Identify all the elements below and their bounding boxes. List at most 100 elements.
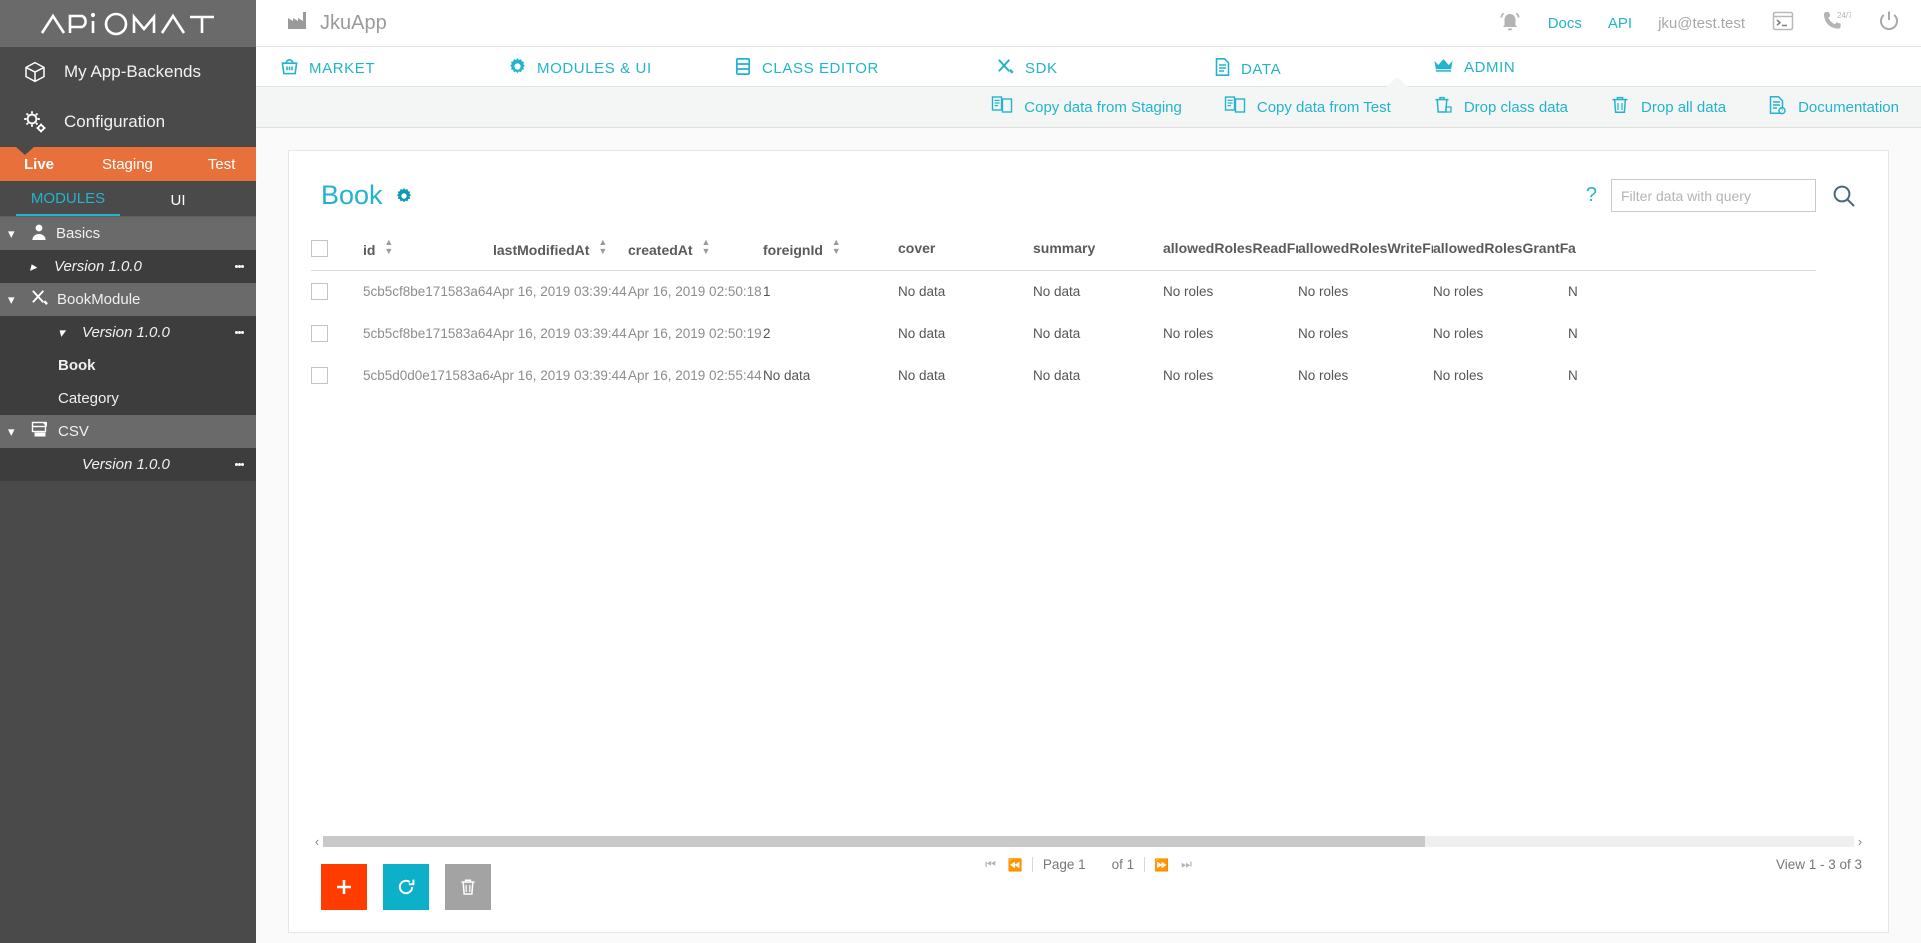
col-label: foreignId: [763, 242, 823, 258]
cell-allowedRolesReadFromO: No roles: [1163, 368, 1214, 383]
sort-icon[interactable]: ▲ ▼: [701, 238, 710, 256]
sort-icon[interactable]: ▲ ▼: [384, 238, 393, 256]
col-lastModifiedAt[interactable]: lastModifiedAt ▲ ▼: [493, 232, 628, 271]
docs-link[interactable]: Docs: [1548, 15, 1582, 32]
factory-icon: [286, 10, 308, 36]
cell-allowedRolesMore: N: [1568, 284, 1578, 299]
scroll-left-icon[interactable]: ‹: [311, 834, 323, 849]
nav-class-editor[interactable]: CLASS EDITOR: [734, 57, 879, 80]
row-checkbox[interactable]: [311, 367, 328, 384]
nav-data[interactable]: DATA: [1214, 57, 1281, 81]
cell-id: 5cb5cf8be171583a64f74ff4: [363, 284, 493, 299]
table-row[interactable]: 5cb5cf8be171583a64f74ffc Apr 16, 2019 03…: [311, 313, 1816, 355]
prev-page-icon[interactable]: ⏪: [1005, 858, 1026, 872]
scrollbar-track[interactable]: [323, 835, 1854, 847]
col-allowedRolesMore[interactable]: a: [1568, 232, 1816, 271]
action-bar: Copy data from Staging Copy data from Te…: [256, 87, 1921, 128]
module-tree: ▾ Basics ▸ Version 1.0.0 ▾ BookModule ▾ …: [0, 217, 256, 495]
tree-version-menu-button[interactable]: [235, 316, 244, 349]
col-foreignId[interactable]: foreignId ▲ ▼: [763, 232, 898, 271]
next-page-icon[interactable]: ⏩: [1151, 858, 1172, 872]
col-allowedRolesGrantFromO[interactable]: allowedRolesGrantFrom(: [1433, 232, 1568, 271]
tree-module-basics[interactable]: ▾ Basics: [0, 217, 256, 250]
tree-class-category[interactable]: Category: [0, 382, 256, 415]
nav-label: SDK: [1025, 60, 1058, 77]
horizontal-scrollbar[interactable]: ‹ ›: [311, 834, 1866, 849]
tree-module-bookmodule[interactable]: ▾ BookModule: [0, 283, 256, 316]
svg-text:24/7: 24/7: [1837, 11, 1851, 20]
tree-version-basics[interactable]: ▸ Version 1.0.0: [0, 250, 256, 283]
nav-label: DATA: [1241, 60, 1282, 78]
class-settings-gear-icon[interactable]: [395, 187, 413, 205]
sidebar-item-my-app-backends[interactable]: My App-Backends: [0, 47, 256, 97]
refresh-button[interactable]: [383, 864, 429, 910]
copy-docs-icon: [991, 95, 1013, 119]
last-page-icon[interactable]: ⏭: [1178, 857, 1195, 872]
col-summary[interactable]: summary: [1033, 232, 1163, 271]
nav-market[interactable]: MARKET: [280, 57, 375, 80]
query-input[interactable]: [1611, 179, 1816, 212]
tree-label: Version 1.0.0: [54, 258, 142, 275]
col-allowedRolesReadFromO[interactable]: allowedRolesReadFromO: [1163, 232, 1298, 271]
bell-icon[interactable]: [1498, 9, 1522, 38]
add-record-button[interactable]: [321, 864, 367, 910]
col-allowedRolesWriteFromO[interactable]: allowedRolesWriteFrom(: [1298, 232, 1433, 271]
scroll-right-icon[interactable]: ›: [1854, 834, 1866, 849]
drop-all-data-button[interactable]: Drop all data: [1610, 95, 1726, 119]
col-label: lastModifiedAt: [493, 242, 590, 258]
action-label: Copy data from Test: [1256, 98, 1391, 116]
phone-24-7-icon[interactable]: 24/7: [1821, 10, 1853, 37]
cell-foreignId: 2: [763, 326, 771, 341]
cell-summary: No data: [1033, 284, 1081, 299]
row-select-cell: [311, 313, 363, 355]
chevron-down-icon: ▾: [8, 292, 15, 307]
action-label: Copy data from Staging: [1024, 98, 1182, 116]
scrollbar-thumb[interactable]: [323, 835, 1426, 847]
top-bar: JkuApp Docs API jku@test.test 24/7: [256, 0, 1921, 47]
documentation-button[interactable]: ? Documentation: [1768, 95, 1899, 119]
top-bar-right: Docs API jku@test.test 24/7: [1498, 9, 1901, 38]
api-link[interactable]: API: [1608, 15, 1632, 32]
power-icon[interactable]: [1877, 9, 1901, 38]
nav-sdk[interactable]: SDK: [996, 57, 1058, 80]
tree-version-bookmodule[interactable]: ▾ Version 1.0.0: [0, 316, 256, 349]
brand-logo[interactable]: [0, 0, 256, 47]
action-label: Drop all data: [1641, 98, 1727, 116]
copy-data-from-staging-button[interactable]: Copy data from Staging: [991, 95, 1182, 119]
col-cover[interactable]: cover: [898, 232, 1033, 271]
tree-version-menu-button[interactable]: [235, 250, 244, 283]
first-page-icon[interactable]: ⏮: [982, 857, 999, 872]
env-live[interactable]: Live: [20, 156, 58, 173]
nav-active-caret-icon: [1386, 77, 1408, 87]
tree-class-book[interactable]: Book: [0, 349, 256, 382]
user-email[interactable]: jku@test.test: [1658, 15, 1745, 32]
tree-version-csv[interactable]: Version 1.0.0: [0, 448, 256, 481]
tab-ui[interactable]: UI: [148, 192, 208, 216]
table-row[interactable]: 5cb5cf8be171583a64f74ff4 Apr 16, 2019 03…: [311, 271, 1816, 313]
env-test[interactable]: Test: [204, 156, 240, 173]
terminal-icon[interactable]: [1771, 10, 1795, 37]
delete-button[interactable]: [445, 864, 491, 910]
sort-icon[interactable]: ▲ ▼: [832, 238, 841, 256]
drop-class-data-button[interactable]: Drop class data: [1433, 95, 1568, 119]
copy-data-from-test-button[interactable]: Copy data from Test: [1224, 95, 1391, 119]
env-staging[interactable]: Staging: [98, 156, 157, 173]
search-icon[interactable]: [1830, 182, 1858, 210]
tab-modules[interactable]: MODULES: [16, 190, 120, 216]
select-all-checkbox[interactable]: [311, 239, 328, 257]
query-help-icon[interactable]: ?: [1586, 184, 1597, 207]
app-title: JkuApp: [286, 10, 387, 36]
row-checkbox[interactable]: [311, 283, 328, 300]
col-id[interactable]: id ▲ ▼: [363, 232, 493, 271]
row-select-cell: [311, 271, 363, 313]
col-createdAt[interactable]: createdAt ▲ ▼: [628, 232, 763, 271]
tree-module-csv[interactable]: ▾ CSV: [0, 415, 256, 448]
nav-modules-ui[interactable]: MODULES & UI: [508, 57, 652, 80]
tree-version-menu-button[interactable]: [235, 448, 244, 481]
nav-admin[interactable]: ADMIN: [1433, 57, 1515, 77]
sidebar-item-configuration[interactable]: Configuration: [0, 97, 256, 147]
sort-icon[interactable]: ▲ ▼: [598, 238, 607, 256]
cell-cover: No data: [898, 326, 946, 341]
row-checkbox[interactable]: [311, 325, 328, 342]
table-row[interactable]: 5cb5d0d0e171583a64f750 Apr 16, 2019 03:3…: [311, 355, 1816, 397]
